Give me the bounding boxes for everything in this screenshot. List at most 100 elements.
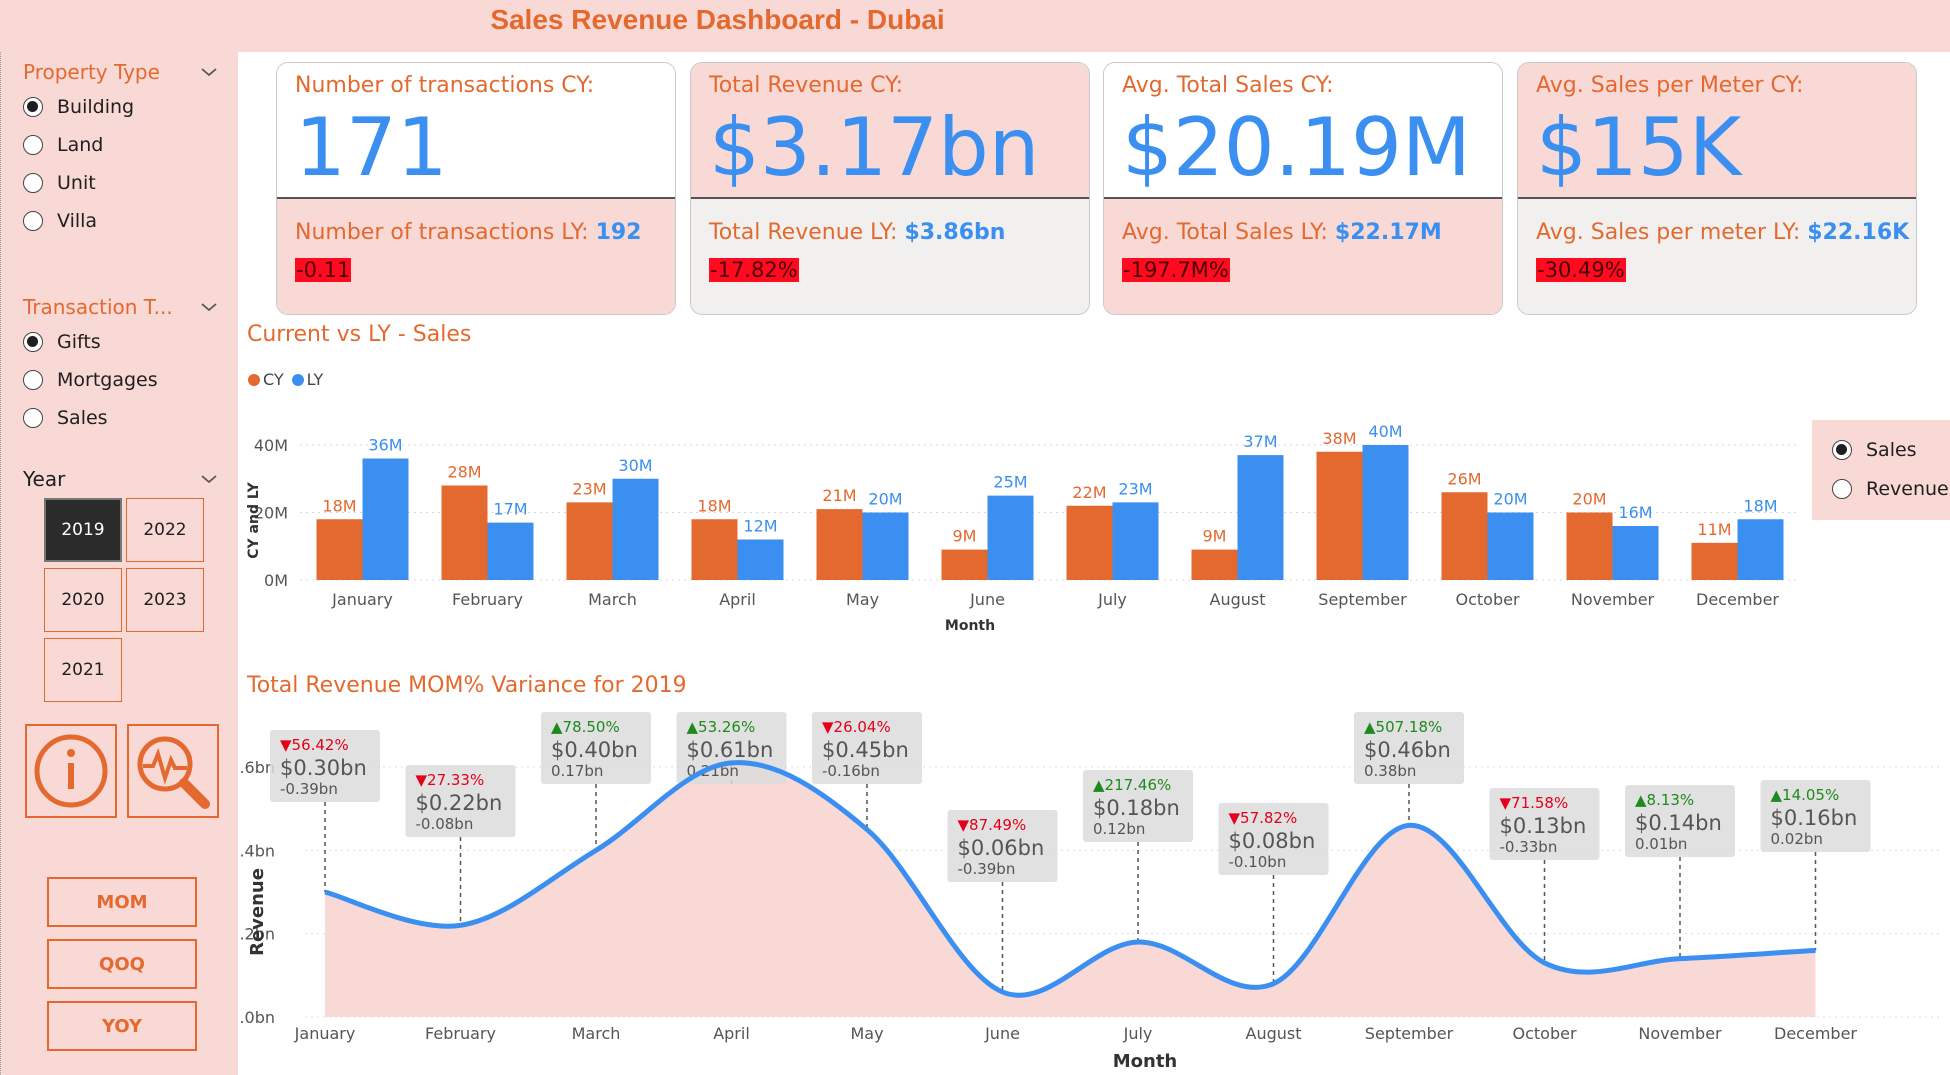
bar-cy[interactable] (441, 485, 488, 581)
annotation-pct: ▼87.49% (958, 816, 1027, 834)
chevron-down-icon[interactable] (201, 299, 217, 315)
yoy-button[interactable]: YOY (47, 1001, 197, 1051)
kpi-label: Number of transactions CY: (295, 73, 595, 98)
transaction-type-option-gifts[interactable]: Gifts (23, 327, 101, 357)
property-type-option-unit[interactable]: Unit (23, 168, 96, 198)
year-tile-2023[interactable]: 2023 (126, 568, 204, 632)
bar-ly[interactable] (862, 512, 909, 581)
annotation-change: 0.12bn (1093, 820, 1145, 838)
bar-cy[interactable] (566, 502, 613, 580)
annotation-pct: ▼71.58% (1500, 794, 1569, 812)
property-type-option-land[interactable]: Land (23, 130, 103, 160)
kpi-variance: -17.82% (709, 258, 799, 282)
x-tick-label: May (846, 590, 879, 609)
year-tile-2019[interactable]: 2019 (44, 498, 122, 562)
kpi-card-total-revenue: Total Revenue CY: $3.17bn Total Revenue … (690, 62, 1090, 315)
property-type-option-villa[interactable]: Villa (23, 206, 97, 236)
x-tick-label: October (1455, 590, 1519, 609)
data-label-ly: 25M (993, 473, 1027, 492)
qoq-button[interactable]: QOQ (47, 939, 197, 989)
x-tick-label: January (294, 1024, 356, 1043)
magnifier-pulse-icon (137, 736, 210, 809)
radio-icon[interactable] (23, 173, 43, 193)
radio-icon[interactable] (23, 135, 43, 155)
bar-ly[interactable] (1112, 502, 1159, 580)
chevron-down-icon[interactable] (201, 471, 217, 487)
annotation-value: $0.45bn (822, 738, 909, 762)
x-axis-label: Month (1113, 1051, 1178, 1072)
data-label-ly: 20M (1493, 490, 1527, 509)
radio-selected-icon[interactable] (23, 332, 43, 352)
annotation-change: 0.17bn (551, 762, 603, 780)
toggle-option-revenue[interactable]: Revenue (1832, 474, 1949, 504)
x-tick-label: April (713, 1024, 750, 1043)
bar-cy[interactable] (691, 519, 738, 580)
kpi-value: $3.17bn (709, 101, 1040, 194)
x-tick-label: July (1097, 590, 1127, 609)
mom-annotation: ▲53.26%$0.61bn0.21bn (676, 712, 787, 784)
year-tile-2022[interactable]: 2022 (126, 498, 204, 562)
kpi-ly: Total Revenue LY: $3.86bn (709, 220, 1006, 245)
x-tick-label: August (1210, 590, 1266, 609)
mom-annotation: ▼87.49% $0.06bn-0.39bn (947, 810, 1058, 882)
bar-ly[interactable] (1237, 455, 1284, 580)
x-tick-label: May (850, 1024, 883, 1043)
radio-selected-icon[interactable] (23, 97, 43, 117)
kpi-ly: Avg. Sales per meter LY: $22.16K (1536, 220, 1910, 245)
mom-button[interactable]: MOM (47, 877, 197, 927)
radio-icon[interactable] (23, 211, 43, 231)
data-label-ly: 12M (743, 517, 777, 536)
bar-cy[interactable] (1566, 512, 1613, 581)
bar-ly[interactable] (1487, 512, 1534, 581)
bar-ly[interactable] (1362, 445, 1409, 580)
bar-ly[interactable] (612, 478, 659, 580)
bar-chart-title: Current vs LY - Sales (247, 322, 472, 347)
radio-icon[interactable] (23, 370, 43, 390)
year-tile-2020[interactable]: 2020 (44, 568, 122, 632)
data-label-ly: 36M (368, 436, 402, 455)
bar-cy[interactable] (816, 509, 863, 580)
info-button[interactable] (25, 724, 117, 818)
transaction-type-option-sales[interactable]: Sales (23, 403, 108, 433)
data-label-cy: 38M (1322, 429, 1356, 448)
bar-ly[interactable] (987, 495, 1034, 580)
year-tile-2021[interactable]: 2021 (44, 638, 122, 702)
bar-cy[interactable] (316, 519, 363, 580)
bar-cy[interactable] (1316, 451, 1363, 580)
kpi-label: Avg. Total Sales CY: (1122, 73, 1334, 98)
radio-icon[interactable] (23, 408, 43, 428)
annotation-pct: ▼57.82% (1229, 809, 1298, 827)
info-icon (34, 734, 108, 808)
bar-chart-legend[interactable]: CY LY (248, 370, 323, 389)
toggle-option-sales[interactable]: Sales (1832, 435, 1917, 465)
kpi-variance: -197.7M% (1122, 258, 1230, 282)
annotation-value: $0.06bn (958, 836, 1045, 860)
data-label-cy: 28M (447, 463, 481, 482)
annotation-pct: ▲507.18% (1364, 718, 1442, 736)
property-type-option-building[interactable]: Building (23, 92, 134, 122)
bar-cy[interactable] (1441, 492, 1488, 580)
x-tick-label: June (984, 1024, 1020, 1043)
transaction-type-option-mortgages[interactable]: Mortgages (23, 365, 158, 395)
kpi-card-avg-total-sales: Avg. Total Sales CY: $20.19M Avg. Total … (1103, 62, 1503, 315)
legend-swatch-ly (291, 373, 304, 386)
radio-icon[interactable] (1832, 479, 1852, 499)
analysis-button[interactable] (127, 724, 219, 818)
kpi-variance: -30.49% (1536, 258, 1626, 282)
bar-cy[interactable] (1691, 542, 1738, 580)
bar-ly[interactable] (1737, 519, 1784, 580)
bar-ly[interactable] (362, 458, 409, 581)
bar-ly[interactable] (487, 522, 534, 580)
radio-selected-icon[interactable] (1832, 440, 1852, 460)
x-tick-label: March (588, 590, 637, 609)
chevron-down-icon[interactable] (201, 64, 217, 80)
legend-label-ly: LY (306, 370, 324, 389)
bar-ly[interactable] (737, 539, 784, 581)
annotation-pct: ▼27.33% (416, 771, 485, 789)
property-type-slicer-title: Property Type (23, 60, 160, 84)
bar-cy[interactable] (941, 549, 988, 580)
bar-cy[interactable] (1066, 505, 1113, 580)
bar-cy[interactable] (1191, 549, 1238, 580)
measure-toggle: Sales Revenue (1812, 420, 1950, 520)
bar-ly[interactable] (1612, 526, 1659, 580)
